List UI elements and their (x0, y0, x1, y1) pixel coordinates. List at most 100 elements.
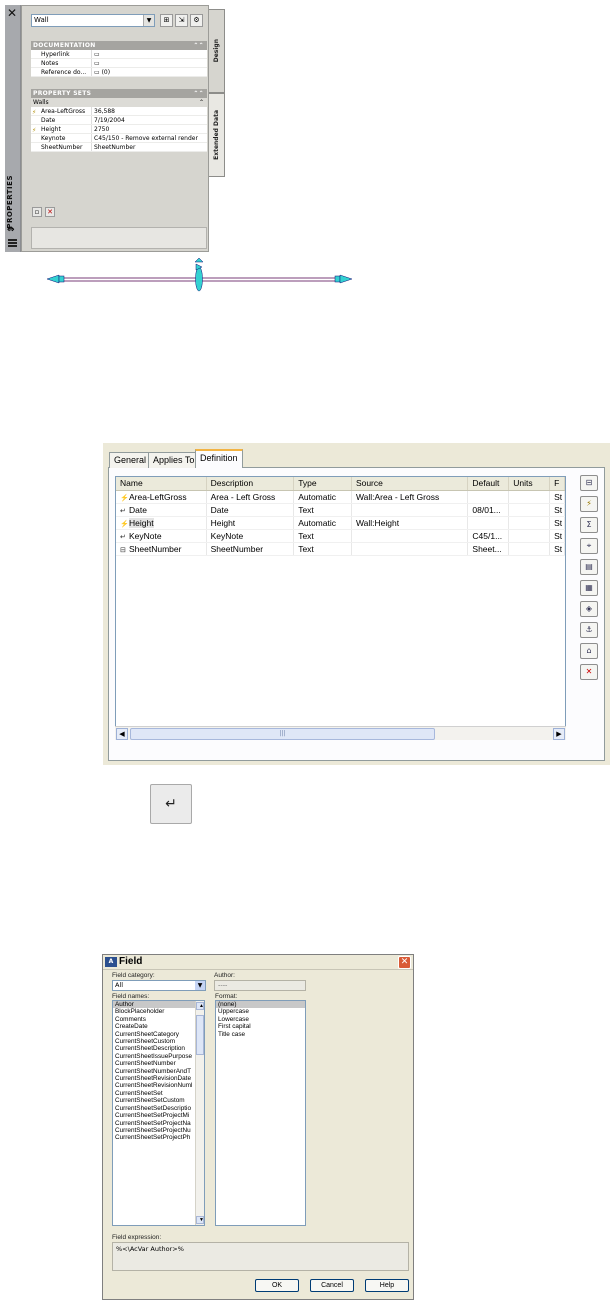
table-row[interactable]: ↵ Date Date Text 08/01... St (116, 504, 565, 517)
property-sets-header[interactable]: PROPERTY SETS ⌃⌃ (31, 89, 207, 98)
lengthen-grip-icon[interactable] (46, 274, 60, 284)
property-row[interactable]: Hyperlink ▭ (31, 50, 207, 59)
cancel-button[interactable]: Cancel (310, 1279, 354, 1292)
list-item[interactable]: CurrentSheetSetProjectNa (113, 1120, 195, 1127)
column-header[interactable]: Type (294, 477, 352, 490)
list-item[interactable]: Lowercase (216, 1016, 305, 1023)
scroll-right-icon[interactable]: ▶ (553, 728, 565, 740)
list-item[interactable]: BlockPlaceholder (113, 1008, 195, 1015)
worksheet-icon[interactable]: ▭ (94, 69, 100, 76)
worksheet-icon[interactable]: ▭ (94, 51, 100, 58)
end-grip-icon[interactable] (58, 275, 65, 283)
collapse-icon[interactable]: ⌃⌃ (193, 41, 204, 50)
list-item[interactable]: Author (113, 1001, 195, 1009)
list-item[interactable]: CurrentSheetSetDescriptio (113, 1105, 195, 1112)
table-row[interactable]: ⊟ SheetNumber SheetNumber Text Sheet... St (116, 543, 565, 556)
add-property-sets-icon[interactable]: ▫ (32, 207, 42, 217)
property-row[interactable]: Keynote C45/150 - Remove external render (31, 134, 207, 143)
collapse-icon[interactable]: ⌃ (199, 98, 204, 107)
add-classification-property-button[interactable]: ▤ (580, 559, 598, 575)
select-objects-button[interactable]: ⇲ (175, 14, 188, 27)
lengthen-grip-icon[interactable] (339, 274, 353, 284)
format-list[interactable]: (none) Uppercase Lowercase First capital… (215, 1000, 306, 1226)
scroll-up-icon[interactable]: ▲ (196, 1002, 204, 1010)
auto-hide-icon[interactable]: ⇔ (7, 225, 15, 235)
location-grip-icon[interactable] (195, 266, 203, 292)
list-item[interactable]: CurrentSheetCustom (113, 1038, 195, 1045)
flip-grip-icon[interactable] (194, 258, 204, 263)
column-header[interactable]: Description (207, 477, 295, 490)
column-header[interactable]: Source (352, 477, 469, 490)
list-item[interactable]: CurrentSheetSetCustom (113, 1097, 195, 1104)
list-item[interactable]: CurrentSheetIssuePurpose (113, 1053, 195, 1060)
close-icon[interactable]: ✕ (398, 956, 411, 969)
close-icon[interactable]: ✕ (7, 6, 17, 20)
tab-applies-to[interactable]: Applies To (148, 452, 200, 468)
table-row[interactable]: ↵ KeyNote KeyNote Text C45/1... St (116, 530, 565, 543)
add-project-property-button[interactable]: ⌂ (580, 643, 598, 659)
tab-definition[interactable]: Definition (195, 449, 243, 468)
add-automatic-property-button[interactable]: ⚡ (580, 496, 598, 512)
horizontal-scrollbar[interactable]: ◀ ||| ▶ (115, 726, 566, 740)
pickadd-button[interactable]: ⚙ (190, 14, 203, 27)
add-material-property-button[interactable]: ▦ (580, 580, 598, 596)
column-header[interactable]: F (550, 477, 565, 490)
list-item[interactable]: CurrentSheetSetProjectPh (113, 1134, 195, 1141)
documentation-header[interactable]: DOCUMENTATION ⌃⌃ (31, 41, 207, 50)
column-header[interactable]: Name (116, 477, 207, 490)
table-row[interactable]: ⚡Area-LeftGross Area - Left Gross Automat… (116, 491, 565, 504)
column-header[interactable]: Units (509, 477, 551, 490)
field-dialog-titlebar[interactable]: A Field ✕ (103, 955, 413, 970)
remove-property-button[interactable]: ✕ (580, 664, 598, 680)
list-item[interactable]: CurrentSheetSetProjectNu (113, 1127, 195, 1134)
list-item[interactable]: CurrentSheetNumberAndT (113, 1068, 195, 1075)
remove-property-sets-icon[interactable]: ✕ (45, 207, 55, 217)
tab-general[interactable]: General (109, 452, 152, 468)
property-row[interactable]: SheetNumber SheetNumber (31, 143, 207, 152)
add-anchor-property-button[interactable]: ⚓ (580, 622, 598, 638)
list-item[interactable]: Title case (216, 1031, 305, 1038)
ok-button[interactable]: OK (255, 1279, 299, 1292)
tab-design[interactable]: Design (209, 9, 225, 93)
palette-menu-icon[interactable] (8, 239, 17, 248)
property-set-group[interactable]: Walls ⌃ (31, 98, 207, 107)
property-row[interactable]: Date 7/19/2004 (31, 116, 207, 125)
list-item[interactable]: CurrentSheetRevisionDate (113, 1075, 195, 1082)
table-row[interactable]: ⚡Height Height Automatic Wall:Height St (116, 517, 565, 530)
scroll-left-icon[interactable]: ◀ (116, 728, 128, 740)
scroll-down-icon[interactable]: ▼ (196, 1216, 204, 1224)
property-row[interactable]: ⚡ Area-LeftGross 36,588 (31, 107, 207, 116)
chevron-down-icon[interactable]: ▼ (143, 15, 154, 26)
list-item[interactable]: CurrentSheetSetProjectMi (113, 1112, 195, 1119)
list-item[interactable]: CurrentSheetNumber (113, 1060, 195, 1067)
chevron-down-icon[interactable]: ▼ (195, 981, 205, 990)
list-item[interactable]: CurrentSheetCategory (113, 1031, 195, 1038)
help-button[interactable]: Help (365, 1279, 409, 1292)
field-names-list[interactable]: Author BlockPlaceholder Comments CreateD… (112, 1000, 205, 1226)
manual-property-button[interactable]: ↵ (150, 784, 192, 824)
column-header[interactable]: Default (468, 477, 510, 490)
scroll-thumb[interactable] (196, 1015, 204, 1055)
list-item[interactable]: CurrentSheetRevisionNuml (113, 1082, 195, 1089)
add-graphic-property-button[interactable]: ◈ (580, 601, 598, 617)
list-item[interactable]: CreateDate (113, 1023, 195, 1030)
list-item[interactable]: (none) (216, 1001, 305, 1009)
property-row[interactable]: Notes ▭ (31, 59, 207, 68)
list-item[interactable]: Uppercase (216, 1008, 305, 1015)
worksheet-icon[interactable]: ▭ (94, 60, 100, 67)
add-manual-property-button[interactable]: ⊟ (580, 475, 598, 491)
field-category-select[interactable]: All ▼ (112, 980, 206, 991)
list-item[interactable]: CurrentSheetDescription (113, 1045, 195, 1052)
object-type-select[interactable]: Wall ▼ (31, 14, 155, 27)
property-row[interactable]: Reference do... ▭ (0) (31, 68, 207, 77)
property-row[interactable]: ⚡ Height 2750 (31, 125, 207, 134)
add-location-property-button[interactable]: ⌖ (580, 538, 598, 554)
tab-extended-data[interactable]: Extended Data (209, 93, 225, 177)
end-grip-icon[interactable] (334, 275, 341, 283)
add-formula-property-button[interactable]: Σ (580, 517, 598, 533)
list-item[interactable]: CurrentSheetSet (113, 1090, 195, 1097)
vertical-scrollbar[interactable]: ▲ ▼ (195, 1001, 204, 1225)
list-item[interactable]: Comments (113, 1016, 195, 1023)
list-item[interactable]: First capital (216, 1023, 305, 1030)
scroll-thumb[interactable]: ||| (130, 728, 435, 740)
